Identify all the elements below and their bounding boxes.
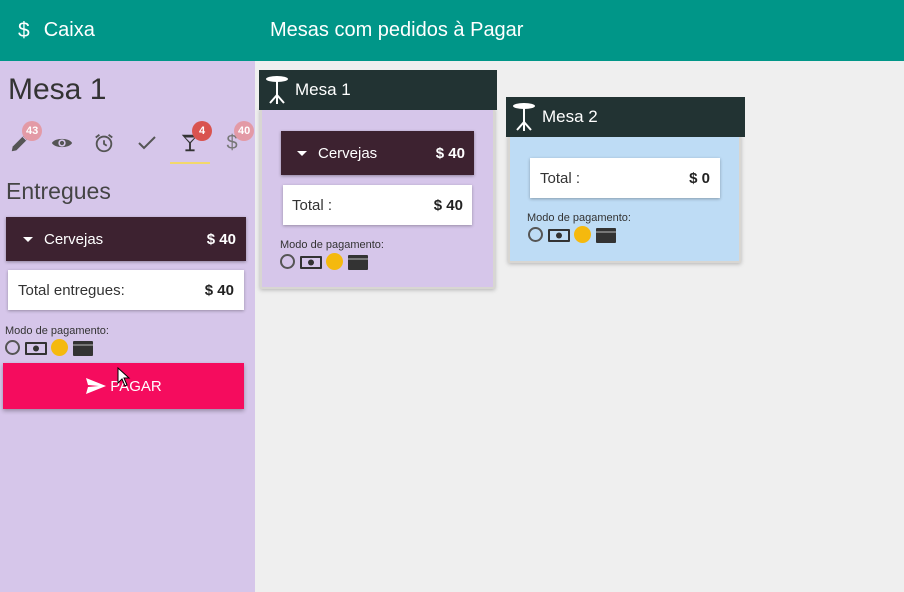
total-amount: $ 40 bbox=[204, 281, 234, 299]
total-row: Total : $ 0 bbox=[530, 158, 720, 198]
cash-icon[interactable] bbox=[547, 227, 571, 243]
tab-pedidos[interactable]: 43 bbox=[0, 121, 43, 165]
table-icon bbox=[513, 103, 535, 131]
table-card-mesa-2[interactable]: Total : $ 0 Modo de pagamento: bbox=[508, 135, 741, 263]
total-row: Total entregues: $ 40 bbox=[8, 270, 244, 310]
payment-mode-label: Modo de pagamento: bbox=[527, 212, 631, 224]
item-amount: $ 40 bbox=[206, 230, 236, 248]
total-row: Total : $ 40 bbox=[283, 185, 472, 225]
table-card-header-mesa-2[interactable]: Mesa 2 bbox=[506, 97, 745, 137]
mouse-cursor-icon bbox=[117, 367, 131, 387]
table-name: Mesa 1 bbox=[295, 80, 351, 99]
coin-icon[interactable] bbox=[51, 339, 68, 356]
item-name: Cervejas bbox=[44, 230, 104, 248]
total-amount: $ 40 bbox=[433, 196, 463, 214]
item-name: Cervejas bbox=[318, 144, 378, 162]
cash-icon[interactable] bbox=[299, 254, 323, 270]
cash-icon[interactable] bbox=[24, 340, 48, 356]
table-card-header-mesa-1[interactable]: Mesa 1 bbox=[259, 70, 497, 110]
tab-entregues[interactable]: 4 bbox=[170, 121, 212, 165]
card-icon[interactable] bbox=[73, 340, 93, 356]
selected-table-title: Mesa 1 bbox=[8, 73, 107, 106]
payment-radio[interactable] bbox=[5, 340, 20, 355]
total-label: Total : bbox=[292, 196, 333, 214]
tab-badge: 43 bbox=[22, 121, 43, 141]
table-card-mesa-1[interactable]: Cervejas $ 40 Total : $ 40 Modo de pagam… bbox=[260, 108, 495, 289]
item-amount: $ 40 bbox=[435, 144, 465, 162]
payment-options bbox=[528, 226, 616, 243]
table-icon bbox=[266, 76, 288, 104]
payment-mode-label: Modo de pagamento: bbox=[280, 239, 384, 251]
section-title: Entregues bbox=[6, 178, 111, 204]
tab-selected-indicator bbox=[170, 162, 210, 164]
tab-badge: 4 bbox=[192, 121, 212, 141]
alarm-clock-icon bbox=[95, 134, 113, 153]
total-label: Total entregues: bbox=[18, 281, 125, 299]
tab-preparando[interactable] bbox=[84, 121, 124, 165]
eye-icon bbox=[51, 138, 73, 148]
order-item-row[interactable]: Cervejas $ 40 bbox=[6, 217, 246, 261]
status-tabs: 43 4 $ 40 bbox=[0, 121, 255, 167]
app-title-bar: $ Caixa bbox=[0, 0, 255, 61]
total-amount: $ 0 bbox=[689, 169, 710, 187]
coin-icon[interactable] bbox=[326, 253, 343, 270]
total-label: Total : bbox=[540, 169, 581, 187]
dollar-icon: $ bbox=[18, 18, 30, 42]
card-icon[interactable] bbox=[596, 227, 616, 243]
caret-down-icon bbox=[297, 150, 307, 156]
page-title: Mesas com pedidos à Pagar bbox=[270, 19, 524, 41]
page-header: Mesas com pedidos à Pagar bbox=[255, 0, 904, 61]
payment-options bbox=[5, 339, 93, 356]
tab-visualizados[interactable] bbox=[42, 121, 82, 165]
check-icon bbox=[138, 136, 156, 150]
sidebar: Mesa 1 43 4 $ 40 Entregues Cervejas $ 40 bbox=[0, 61, 255, 592]
payment-radio[interactable] bbox=[280, 254, 295, 269]
payment-options bbox=[280, 253, 368, 270]
tab-badge: 40 bbox=[234, 121, 255, 141]
tab-prontos[interactable] bbox=[127, 121, 167, 165]
coin-icon[interactable] bbox=[574, 226, 591, 243]
tab-pagos[interactable]: $ 40 bbox=[212, 121, 255, 165]
table-name: Mesa 2 bbox=[542, 107, 598, 126]
payment-mode-label: Modo de pagamento: bbox=[5, 325, 109, 337]
app-title: Caixa bbox=[43, 19, 95, 41]
caret-down-icon bbox=[23, 236, 33, 242]
send-icon bbox=[86, 378, 107, 394]
order-item-row[interactable]: Cervejas $ 40 bbox=[281, 131, 474, 175]
payment-radio[interactable] bbox=[528, 227, 543, 242]
card-icon[interactable] bbox=[348, 254, 368, 270]
